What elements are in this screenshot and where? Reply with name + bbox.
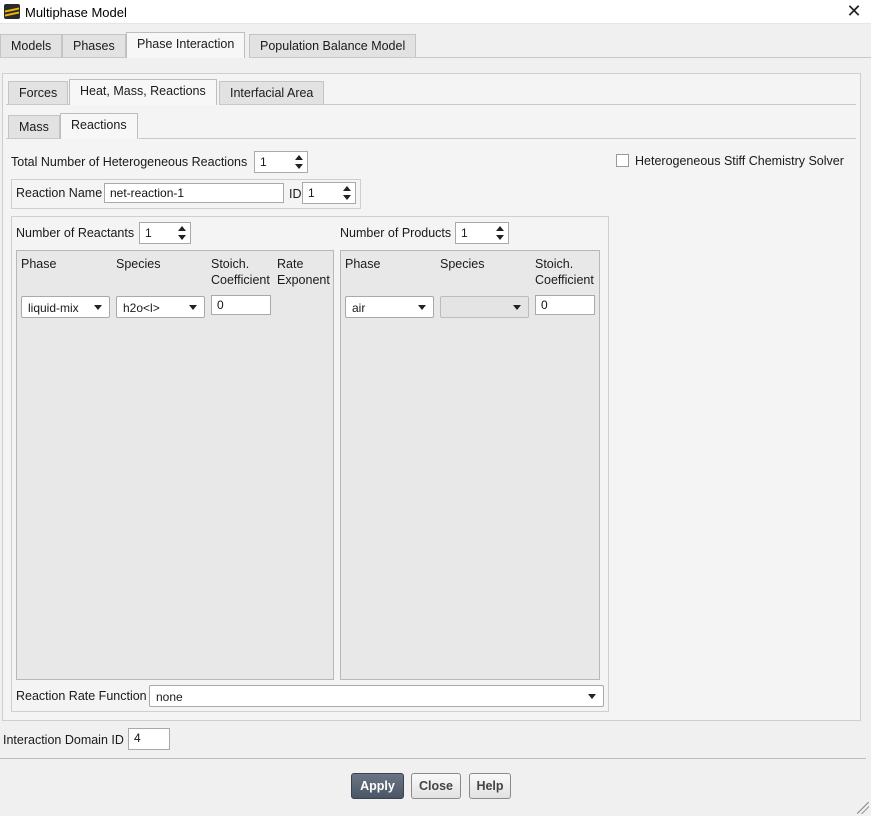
tab-divider [139, 138, 856, 139]
chevron-down-icon [513, 305, 521, 310]
help-button[interactable]: Help [469, 773, 511, 799]
domain-id-input[interactable]: 4 [128, 728, 170, 750]
chevron-down-icon [418, 305, 426, 310]
tab-phases[interactable]: Phases [62, 34, 126, 58]
tab-models[interactable]: Models [0, 34, 63, 58]
reactants-count-spinner[interactable]: 1 [139, 222, 191, 244]
tab-divider [219, 104, 856, 105]
products-col-species: Species [440, 257, 485, 271]
domain-id-label: Interaction Domain ID [3, 733, 124, 747]
reactants-col-phase: Phase [21, 257, 57, 271]
total-reactions-value: 1 [260, 155, 267, 169]
resize-grip-icon[interactable] [857, 802, 869, 814]
tab-population-balance-model[interactable]: Population Balance Model [249, 34, 417, 58]
spinner-arrows-icon[interactable] [343, 185, 352, 201]
reaction-id-spinner[interactable]: 1 [302, 182, 356, 204]
reaction-name-label: Reaction Name [16, 186, 103, 200]
spinner-arrows-icon[interactable] [496, 225, 505, 241]
reaction-id-value: 1 [308, 186, 315, 200]
products-col-phase: Phase [345, 257, 381, 271]
total-reactions-spinner[interactable]: 1 [254, 151, 308, 173]
reactants-col-species: Species [116, 257, 161, 271]
app-logo-icon [4, 4, 20, 19]
tab-divider [0, 57, 126, 58]
products-count-value: 1 [461, 226, 468, 240]
spinner-arrows-icon[interactable] [295, 154, 304, 170]
window-title: Multiphase Model [25, 5, 127, 20]
apply-button[interactable]: Apply [351, 773, 404, 799]
reactants-col-stoich-1: Stoich. [211, 257, 250, 271]
products-count-label: Number of Products [340, 226, 452, 240]
close-icon[interactable]: ✕ [842, 0, 866, 24]
tab-mass[interactable]: Mass [8, 115, 60, 139]
tab-phase-interaction[interactable]: Phase Interaction [126, 32, 246, 58]
products-col-stoich-2: Coefficient [535, 273, 594, 287]
chevron-down-icon [189, 305, 197, 310]
total-reactions-label: Total Number of Heterogeneous Reactions [11, 155, 248, 169]
rate-function-select[interactable]: none [149, 685, 604, 707]
tab-reactions[interactable]: Reactions [60, 113, 138, 139]
product-phase-select[interactable]: air [345, 296, 434, 318]
tab-divider [6, 138, 60, 139]
reactant-stoich-input[interactable]: 0 [211, 295, 271, 315]
product-stoich-input[interactable]: 0 [535, 295, 595, 315]
reactants-count-value: 1 [145, 226, 152, 240]
reactant-phase-select[interactable]: liquid-mix [21, 296, 110, 318]
footer-divider [0, 758, 866, 759]
stiff-solver-label: Heterogeneous Stiff Chemistry Solver [635, 154, 844, 168]
tab-interfacial-area[interactable]: Interfacial Area [219, 81, 325, 105]
products-col-stoich-1: Stoich. [535, 257, 574, 271]
reaction-name-input[interactable]: net-reaction-1 [104, 183, 284, 203]
title-bar [0, 0, 871, 24]
tab-forces[interactable]: Forces [8, 81, 69, 105]
tab-heat-mass-reactions[interactable]: Heat, Mass, Reactions [69, 79, 217, 105]
chevron-down-icon [588, 694, 596, 699]
rate-function-label: Reaction Rate Function [16, 689, 147, 703]
reactants-col-rate-1: Rate [277, 257, 304, 271]
products-count-spinner[interactable]: 1 [455, 222, 509, 244]
reactant-species-value: h2o<l> [123, 301, 160, 315]
reactants-col-rate-2: Exponent [277, 273, 330, 287]
tab-divider [6, 104, 69, 105]
product-phase-value: air [352, 301, 366, 315]
tab-divider [249, 57, 871, 58]
chevron-down-icon [94, 305, 102, 310]
reactant-species-select[interactable]: h2o<l> [116, 296, 205, 318]
reactants-count-label: Number of Reactants [16, 226, 135, 240]
rate-function-value: none [156, 690, 183, 704]
reaction-id-label: ID [289, 187, 302, 201]
product-species-select[interactable] [440, 296, 529, 318]
reactant-phase-value: liquid-mix [28, 301, 79, 315]
close-button[interactable]: Close [411, 773, 461, 799]
stiff-solver-checkbox[interactable] [616, 154, 629, 167]
reactants-col-stoich-2: Coefficient [211, 273, 270, 287]
spinner-arrows-icon[interactable] [178, 225, 187, 241]
